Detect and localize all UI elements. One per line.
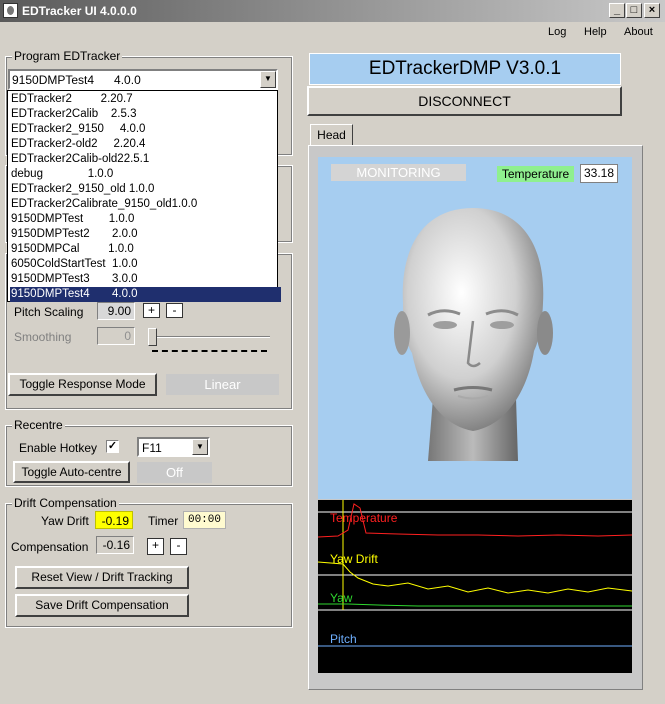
drift-group-label: Drift Compensation — [12, 496, 119, 510]
program-group-label: Program EDTracker — [12, 49, 123, 63]
device-name: EDTrackerDMP V3.0.1 — [309, 53, 621, 85]
hotkey-select[interactable]: F11 ▼ — [137, 437, 210, 457]
hotkey-select-value: F11 — [142, 441, 162, 455]
pitch-plus-button[interactable]: + — [143, 303, 160, 318]
dropdown-item[interactable]: EDTracker2-old2 2.20.4 — [10, 137, 281, 152]
compensation-label: Compensation — [11, 540, 89, 554]
compensation-minus-button[interactable]: - — [170, 538, 187, 555]
dropdown-item[interactable]: 9150DMPTest2 2.0.0 — [10, 227, 281, 242]
save-drift-button[interactable]: Save Drift Compensation — [15, 594, 189, 617]
reset-view-button[interactable]: Reset View / Drift Tracking — [15, 566, 189, 589]
dropdown-item[interactable]: EDTracker2Calib 2.5.3 — [10, 107, 281, 122]
head-model-icon — [394, 208, 553, 461]
compensation-plus-button[interactable]: + — [147, 538, 164, 555]
graph-lines — [318, 500, 632, 647]
compensation-value: -0.16 — [96, 536, 134, 554]
timer-label: Timer — [148, 514, 179, 528]
dropdown-item-selected[interactable]: 9150DMPTest4 4.0.0 — [10, 287, 281, 302]
menu-log[interactable]: Log — [548, 26, 566, 38]
dropdown-item[interactable]: 9150DMPTest 1.0.0 — [10, 212, 281, 227]
dropdown-item[interactable]: 6050ColdStartTest 1.0.0 — [10, 257, 281, 272]
dropdown-item[interactable]: 9150DMPCal 1.0.0 — [10, 242, 281, 257]
recentre-group-label: Recentre — [12, 418, 65, 432]
temperature-value: 33.18 — [580, 164, 618, 183]
pitch-scaling-label: Pitch Scaling — [14, 305, 84, 319]
enable-hotkey-checkbox[interactable]: ✓ — [106, 440, 119, 453]
smoothing-slider-track — [150, 336, 270, 338]
dropdown-item[interactable]: EDTracker2Calibrate_9150_old1.0.0 — [10, 197, 281, 212]
dropdown-item[interactable]: debug 1.0.0 — [10, 167, 281, 182]
dropdown-item[interactable]: EDTracker2_9150_old 1.0.0 — [10, 182, 281, 197]
smoothing-slider-ticks — [152, 350, 267, 352]
app-icon[interactable] — [3, 3, 18, 18]
menu-about[interactable]: About — [624, 26, 653, 38]
dropdown-item[interactable]: EDTracker2 2.20.7 — [10, 92, 281, 107]
toggle-auto-centre-button[interactable]: Toggle Auto-centre — [13, 461, 130, 483]
monitoring-status: MONITORING — [331, 164, 466, 181]
window-title: EDTracker UI 4.0.0.0 — [22, 4, 137, 18]
smoothing-slider-thumb[interactable] — [148, 328, 157, 346]
chevron-down-icon[interactable]: ▼ — [260, 71, 276, 88]
graph-yaw-drift-label: Yaw Drift — [330, 552, 378, 566]
program-select-value: 9150DMPTest4 4.0.0 — [12, 73, 141, 87]
smoothing-label: Smoothing — [14, 330, 72, 344]
graph-pitch-label: Pitch — [330, 632, 357, 646]
title-bar: EDTracker UI 4.0.0.0 _ □ × — [0, 0, 665, 22]
disconnect-button[interactable]: DISCONNECT — [307, 86, 622, 116]
yaw-drift-label: Yaw Drift — [41, 514, 89, 528]
dropdown-item[interactable]: 9150DMPTest3 3.0.0 — [10, 272, 281, 287]
temperature-badge: Temperature — [497, 166, 574, 182]
response-mode-value: Linear — [166, 374, 279, 395]
graph-temperature-label: Temperature — [330, 511, 398, 525]
sensor-graph: Temperature Yaw Drift Yaw Pitch — [318, 500, 632, 673]
yaw-drift-value: -0.19 — [95, 511, 133, 529]
smoothing-value: 0 — [97, 327, 135, 345]
program-dropdown-list: EDTracker2 2.20.7 EDTracker2Calib 2.5.3 … — [7, 90, 281, 302]
pitch-scaling-value: 9.00 — [97, 302, 135, 320]
dropdown-item[interactable]: EDTracker2Calib-old22.5.1 — [10, 152, 281, 167]
chevron-down-icon[interactable]: ▼ — [192, 439, 208, 455]
timer-value: 00:00 — [183, 511, 226, 529]
close-icon[interactable]: × — [644, 3, 660, 18]
minimize-icon[interactable]: _ — [609, 3, 625, 18]
head-view: MONITORING Temperature 33.18 — [318, 157, 632, 499]
auto-centre-value: Off — [137, 462, 212, 483]
enable-hotkey-label: Enable Hotkey — [19, 441, 98, 455]
menu-bar: Log Help About — [0, 22, 665, 42]
dropdown-item[interactable]: EDTracker2_9150 4.0.0 — [10, 122, 281, 137]
maximize-icon[interactable]: □ — [626, 3, 642, 18]
pitch-minus-button[interactable]: - — [166, 303, 183, 318]
program-select[interactable]: 9150DMPTest4 4.0.0 ▼ — [8, 69, 278, 90]
graph-yaw-label: Yaw — [330, 591, 353, 605]
toggle-response-mode-button[interactable]: Toggle Response Mode — [8, 373, 157, 396]
tab-head[interactable]: Head — [310, 124, 353, 146]
menu-help[interactable]: Help — [584, 26, 607, 38]
